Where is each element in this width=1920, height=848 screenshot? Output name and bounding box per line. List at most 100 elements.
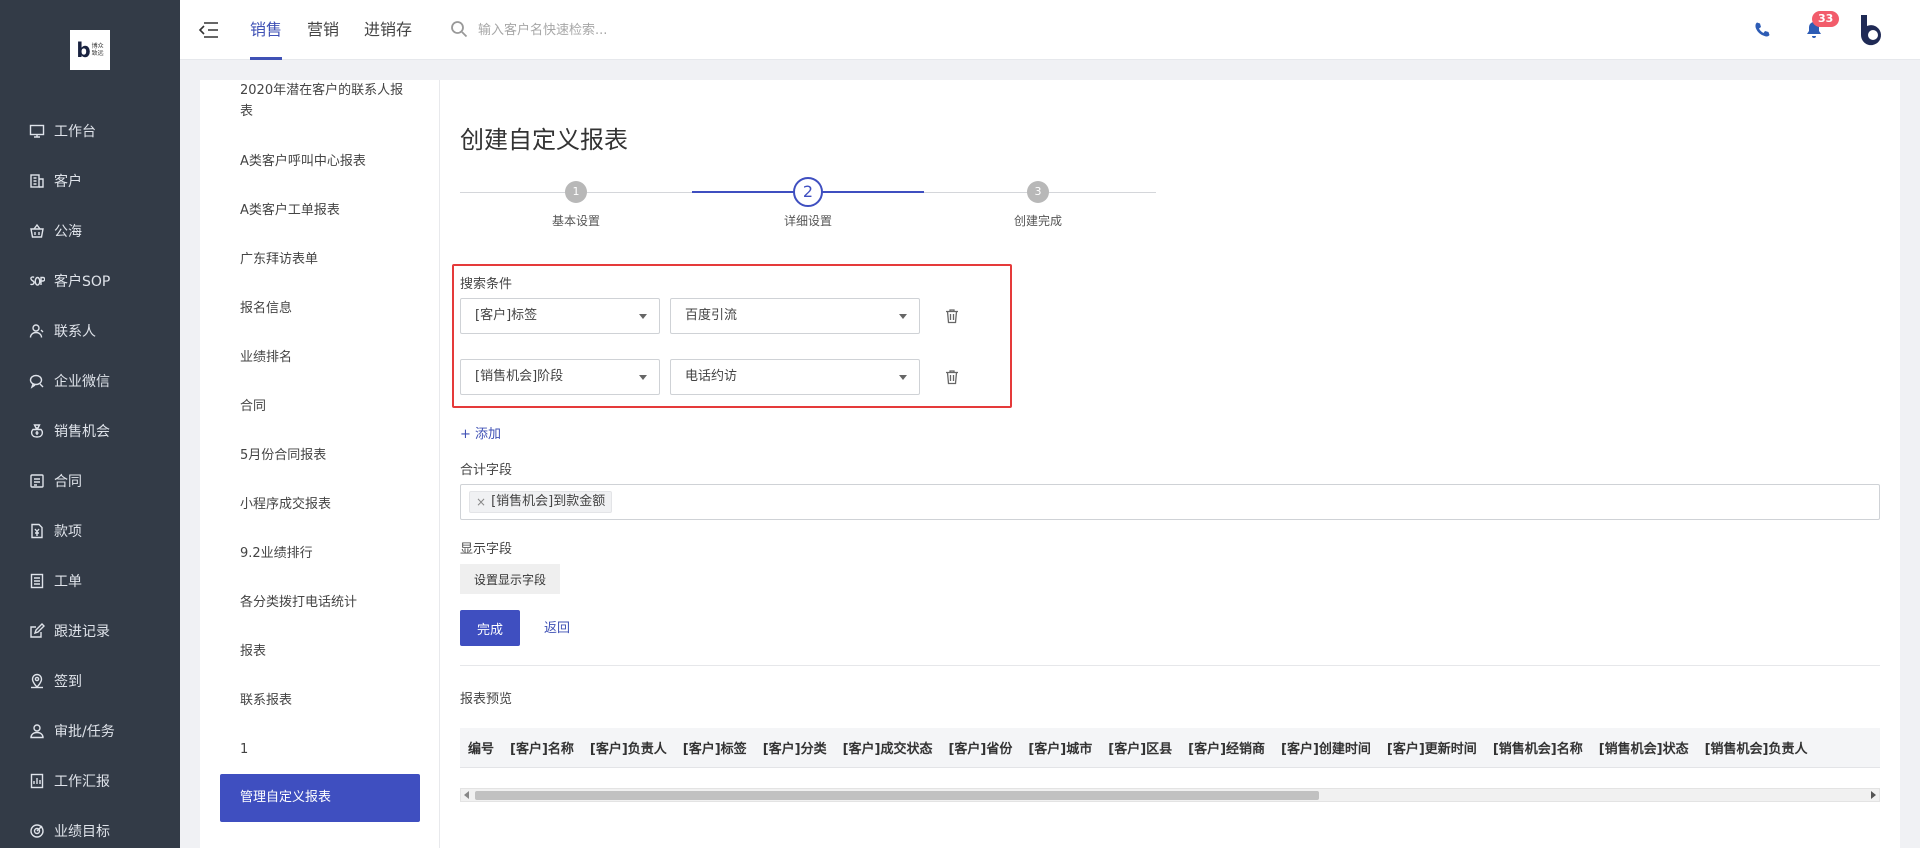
caret-down-icon [639, 314, 647, 319]
sidebar-item-label: 销售机会 [54, 424, 110, 440]
condition-field-select[interactable]: [客户]标签 [460, 298, 660, 334]
edit-icon [28, 622, 46, 640]
sidebar-item-wecom[interactable]: 企业微信 [0, 356, 180, 406]
target-icon [28, 822, 46, 840]
sidebar-item-approvals[interactable]: 审批/任务 [0, 706, 180, 756]
report-list-item[interactable]: 业绩排名 [240, 347, 410, 368]
top-bar: 销售 营销 进销存 33 [180, 0, 1920, 60]
trash-icon[interactable] [945, 308, 961, 324]
scroll-left-icon[interactable] [464, 791, 469, 799]
trash-icon[interactable] [945, 369, 961, 385]
report-list-item-manage-custom-reports[interactable]: 管理自定义报表 [220, 774, 420, 822]
main-panel: 创建自定义报表 1 基本设置 2 详细设置 3 创建完成 搜索条件 [客户]标签… [440, 80, 1900, 848]
tab-inventory[interactable]: 进销存 [364, 0, 412, 60]
approval-icon [28, 722, 46, 740]
table-header-cell: 编号 [468, 742, 495, 757]
desktop-icon [28, 122, 46, 140]
sidebar-item-targets[interactable]: 业绩目标 [0, 806, 180, 848]
location-icon [28, 672, 46, 690]
horizontal-scrollbar[interactable] [460, 788, 1880, 802]
report-list-item[interactable]: 联系报表 [240, 690, 410, 711]
report-list-item[interactable]: 报表 [240, 641, 410, 662]
condition-value-select[interactable]: 电话约访 [670, 359, 920, 395]
display-field-label: 显示字段 [460, 542, 513, 557]
table-header-cell: [客户]成交状态 [842, 742, 933, 757]
sidebar-item-label: 业绩目标 [54, 824, 110, 840]
avatar[interactable] [1856, 12, 1890, 48]
back-link[interactable]: 返回 [544, 617, 570, 636]
report-list-item[interactable]: 广东拜访表单 [240, 249, 410, 270]
step-2-dot: 2 [793, 177, 823, 207]
basket-icon [28, 222, 46, 240]
sidebar-item-customers[interactable]: 客户 [0, 156, 180, 206]
logo-mark: b [76, 38, 91, 62]
money-bag-icon [28, 422, 46, 440]
collapse-menu-icon[interactable] [198, 20, 220, 40]
report-list-item[interactable]: 各分类拨打电话统计 [240, 592, 410, 613]
sidebar-item-contracts[interactable]: 合同 [0, 456, 180, 506]
report-list-item[interactable]: A类客户工单报表 [240, 200, 410, 221]
tab-marketing[interactable]: 营销 [307, 0, 339, 60]
tab-sales[interactable]: 销售 [250, 0, 283, 60]
sidebar-item-label: 工作汇报 [54, 774, 110, 790]
sidebar-nav: 工作台 客户 公海 客户SOP 联系人 企业微信 销售机会 合同 款项 工单 跟… [0, 106, 180, 848]
sidebar-item-public-pool[interactable]: 公海 [0, 206, 180, 256]
select-value: 电话约访 [685, 369, 738, 384]
tag-label: [销售机会]到款金额 [491, 494, 606, 509]
add-condition-link[interactable]: + 添加 [460, 423, 501, 442]
step-3-label: 创建完成 [1013, 214, 1062, 228]
sum-field-tag: × [销售机会]到款金额 [469, 491, 613, 513]
table-header-cell: [客户]城市 [1028, 742, 1093, 757]
condition-field-select[interactable]: [销售机会]阶段 [460, 359, 660, 395]
report-list-item[interactable]: A类客户呼叫中心报表 [240, 151, 410, 172]
logo[interactable]: b 博众 致远 [70, 30, 110, 70]
select-value: [客户]标签 [475, 308, 538, 323]
close-icon[interactable]: × [476, 492, 486, 512]
set-display-fields-button[interactable]: 设置显示字段 [460, 564, 560, 594]
sidebar-item-label: 工作台 [54, 124, 96, 140]
finish-button[interactable]: 完成 [460, 610, 520, 646]
sidebar-item-checkin[interactable]: 签到 [0, 656, 180, 706]
scroll-right-icon[interactable] [1871, 791, 1876, 799]
phone-icon[interactable] [1752, 20, 1772, 40]
sidebar-item-followups[interactable]: 跟进记录 [0, 606, 180, 656]
sidebar-item-payments[interactable]: 款项 [0, 506, 180, 556]
report-list-item[interactable]: 9.2业绩排行 [240, 543, 410, 564]
report-list: 2020年潜在客户的联系人报表 A类客户呼叫中心报表 A类客户工单报表 广东拜访… [200, 80, 440, 848]
report-list-item[interactable]: 报名信息 [240, 298, 410, 319]
sidebar-item-label: 客户SOP [54, 274, 111, 290]
table-header-cell: [客户]分类 [762, 742, 827, 757]
search-conditions-label: 搜索条件 [460, 277, 513, 292]
caret-down-icon [639, 375, 647, 380]
sidebar-item-opportunities[interactable]: 销售机会 [0, 406, 180, 456]
report-list-item[interactable]: 小程序成交报表 [240, 494, 410, 515]
report-list-item[interactable]: 2020年潜在客户的联系人报表 [240, 80, 410, 122]
sum-field-input[interactable]: × [销售机会]到款金额 [460, 484, 1880, 520]
report-list-item[interactable]: 1 [240, 739, 410, 760]
step-1-label: 基本设置 [551, 214, 600, 228]
report-list-item[interactable]: 5月份合同报表 [240, 445, 410, 466]
customer-search-input[interactable] [478, 17, 778, 43]
sidebar-item-label: 客户 [54, 174, 82, 190]
search-icon[interactable] [450, 20, 468, 38]
step-2-label: 详细设置 [783, 214, 832, 228]
table-header-cell: [客户]区县 [1108, 742, 1173, 757]
sidebar-item-tickets[interactable]: 工单 [0, 556, 180, 606]
table-header-cell: [客户]更新时间 [1386, 742, 1477, 757]
report-list-item[interactable]: 合同 [240, 396, 410, 417]
condition-value-select[interactable]: 百度引流 [670, 298, 920, 334]
notification-badge: 33 [1812, 11, 1840, 27]
table-header-cell: [客户]名称 [510, 742, 574, 757]
scrollbar-thumb[interactable] [475, 791, 1319, 800]
sidebar-item-work-reports[interactable]: 工作汇报 [0, 756, 180, 806]
sidebar-item-label: 企业微信 [54, 374, 110, 390]
sidebar-item-customer-sop[interactable]: 客户SOP [0, 256, 180, 306]
preview-label: 报表预览 [460, 692, 513, 707]
ticket-icon [28, 572, 46, 590]
sidebar-item-contacts[interactable]: 联系人 [0, 306, 180, 356]
sidebar-item-workbench[interactable]: 工作台 [0, 106, 180, 156]
logo-text-line2: 致远 [91, 50, 104, 57]
divider [460, 665, 1880, 666]
step-1-dot: 1 [565, 181, 587, 203]
page-title: 创建自定义报表 [460, 126, 628, 154]
